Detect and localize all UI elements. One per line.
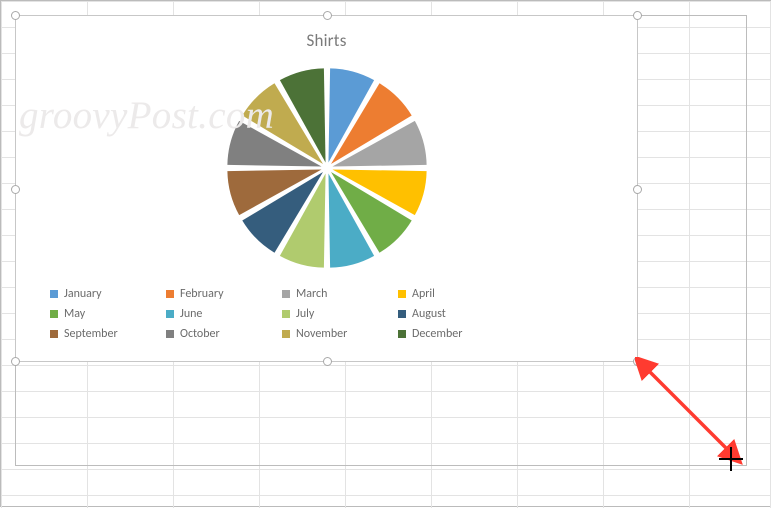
legend-swatch-icon [50, 330, 58, 338]
resize-handle-w[interactable] [11, 185, 20, 194]
legend-swatch-icon [166, 290, 174, 298]
legend-swatch-icon [398, 290, 406, 298]
legend-item[interactable]: March [282, 287, 370, 301]
resize-handle-e[interactable] [633, 185, 642, 194]
legend-label: November [296, 327, 347, 341]
legend-swatch-icon [50, 290, 58, 298]
legend-item[interactable]: September [50, 327, 138, 341]
chart-legend[interactable]: January February March April May June July Augu… [16, 281, 637, 347]
legend-label: June [180, 307, 202, 321]
legend-label: January [64, 287, 102, 301]
legend-swatch-icon [398, 310, 406, 318]
legend-label: October [180, 327, 220, 341]
legend-item[interactable]: January [50, 287, 138, 301]
legend-label: April [412, 287, 435, 301]
legend-item[interactable]: February [166, 287, 254, 301]
legend-swatch-icon [166, 310, 174, 318]
chart-title[interactable]: Shirts [16, 16, 637, 51]
legend-label: December [412, 327, 462, 341]
legend-item[interactable]: July [282, 307, 370, 321]
legend-label: July [296, 307, 314, 321]
legend-swatch-icon [282, 330, 290, 338]
legend-label: September [64, 327, 118, 341]
legend-label: February [180, 287, 224, 301]
legend-swatch-icon [282, 310, 290, 318]
pie-chart[interactable] [214, 55, 440, 281]
resize-handle-n[interactable] [323, 11, 332, 20]
legend-item[interactable]: April [398, 287, 486, 301]
resize-handle-sw[interactable] [11, 357, 20, 366]
legend-item[interactable]: June [166, 307, 254, 321]
chart-object[interactable]: Shirts JanuaryFebruaryMarchAprilMayJuneJ… [15, 15, 638, 362]
legend-swatch-icon [166, 330, 174, 338]
legend-label: May [64, 307, 85, 321]
legend-label: March [296, 287, 327, 301]
legend-swatch-icon [50, 310, 58, 318]
legend-item[interactable]: October [166, 327, 254, 341]
legend-swatch-icon [398, 330, 406, 338]
legend-item[interactable]: November [282, 327, 370, 341]
legend-item[interactable]: May [50, 307, 138, 321]
resize-handle-se[interactable] [633, 357, 642, 366]
legend-item[interactable]: August [398, 307, 486, 321]
resize-handle-s[interactable] [323, 357, 332, 366]
legend-label: August [412, 307, 446, 321]
legend-swatch-icon [282, 290, 290, 298]
legend-item[interactable]: December [398, 327, 486, 341]
resize-handle-nw[interactable] [11, 11, 20, 20]
resize-handle-ne[interactable] [633, 11, 642, 20]
